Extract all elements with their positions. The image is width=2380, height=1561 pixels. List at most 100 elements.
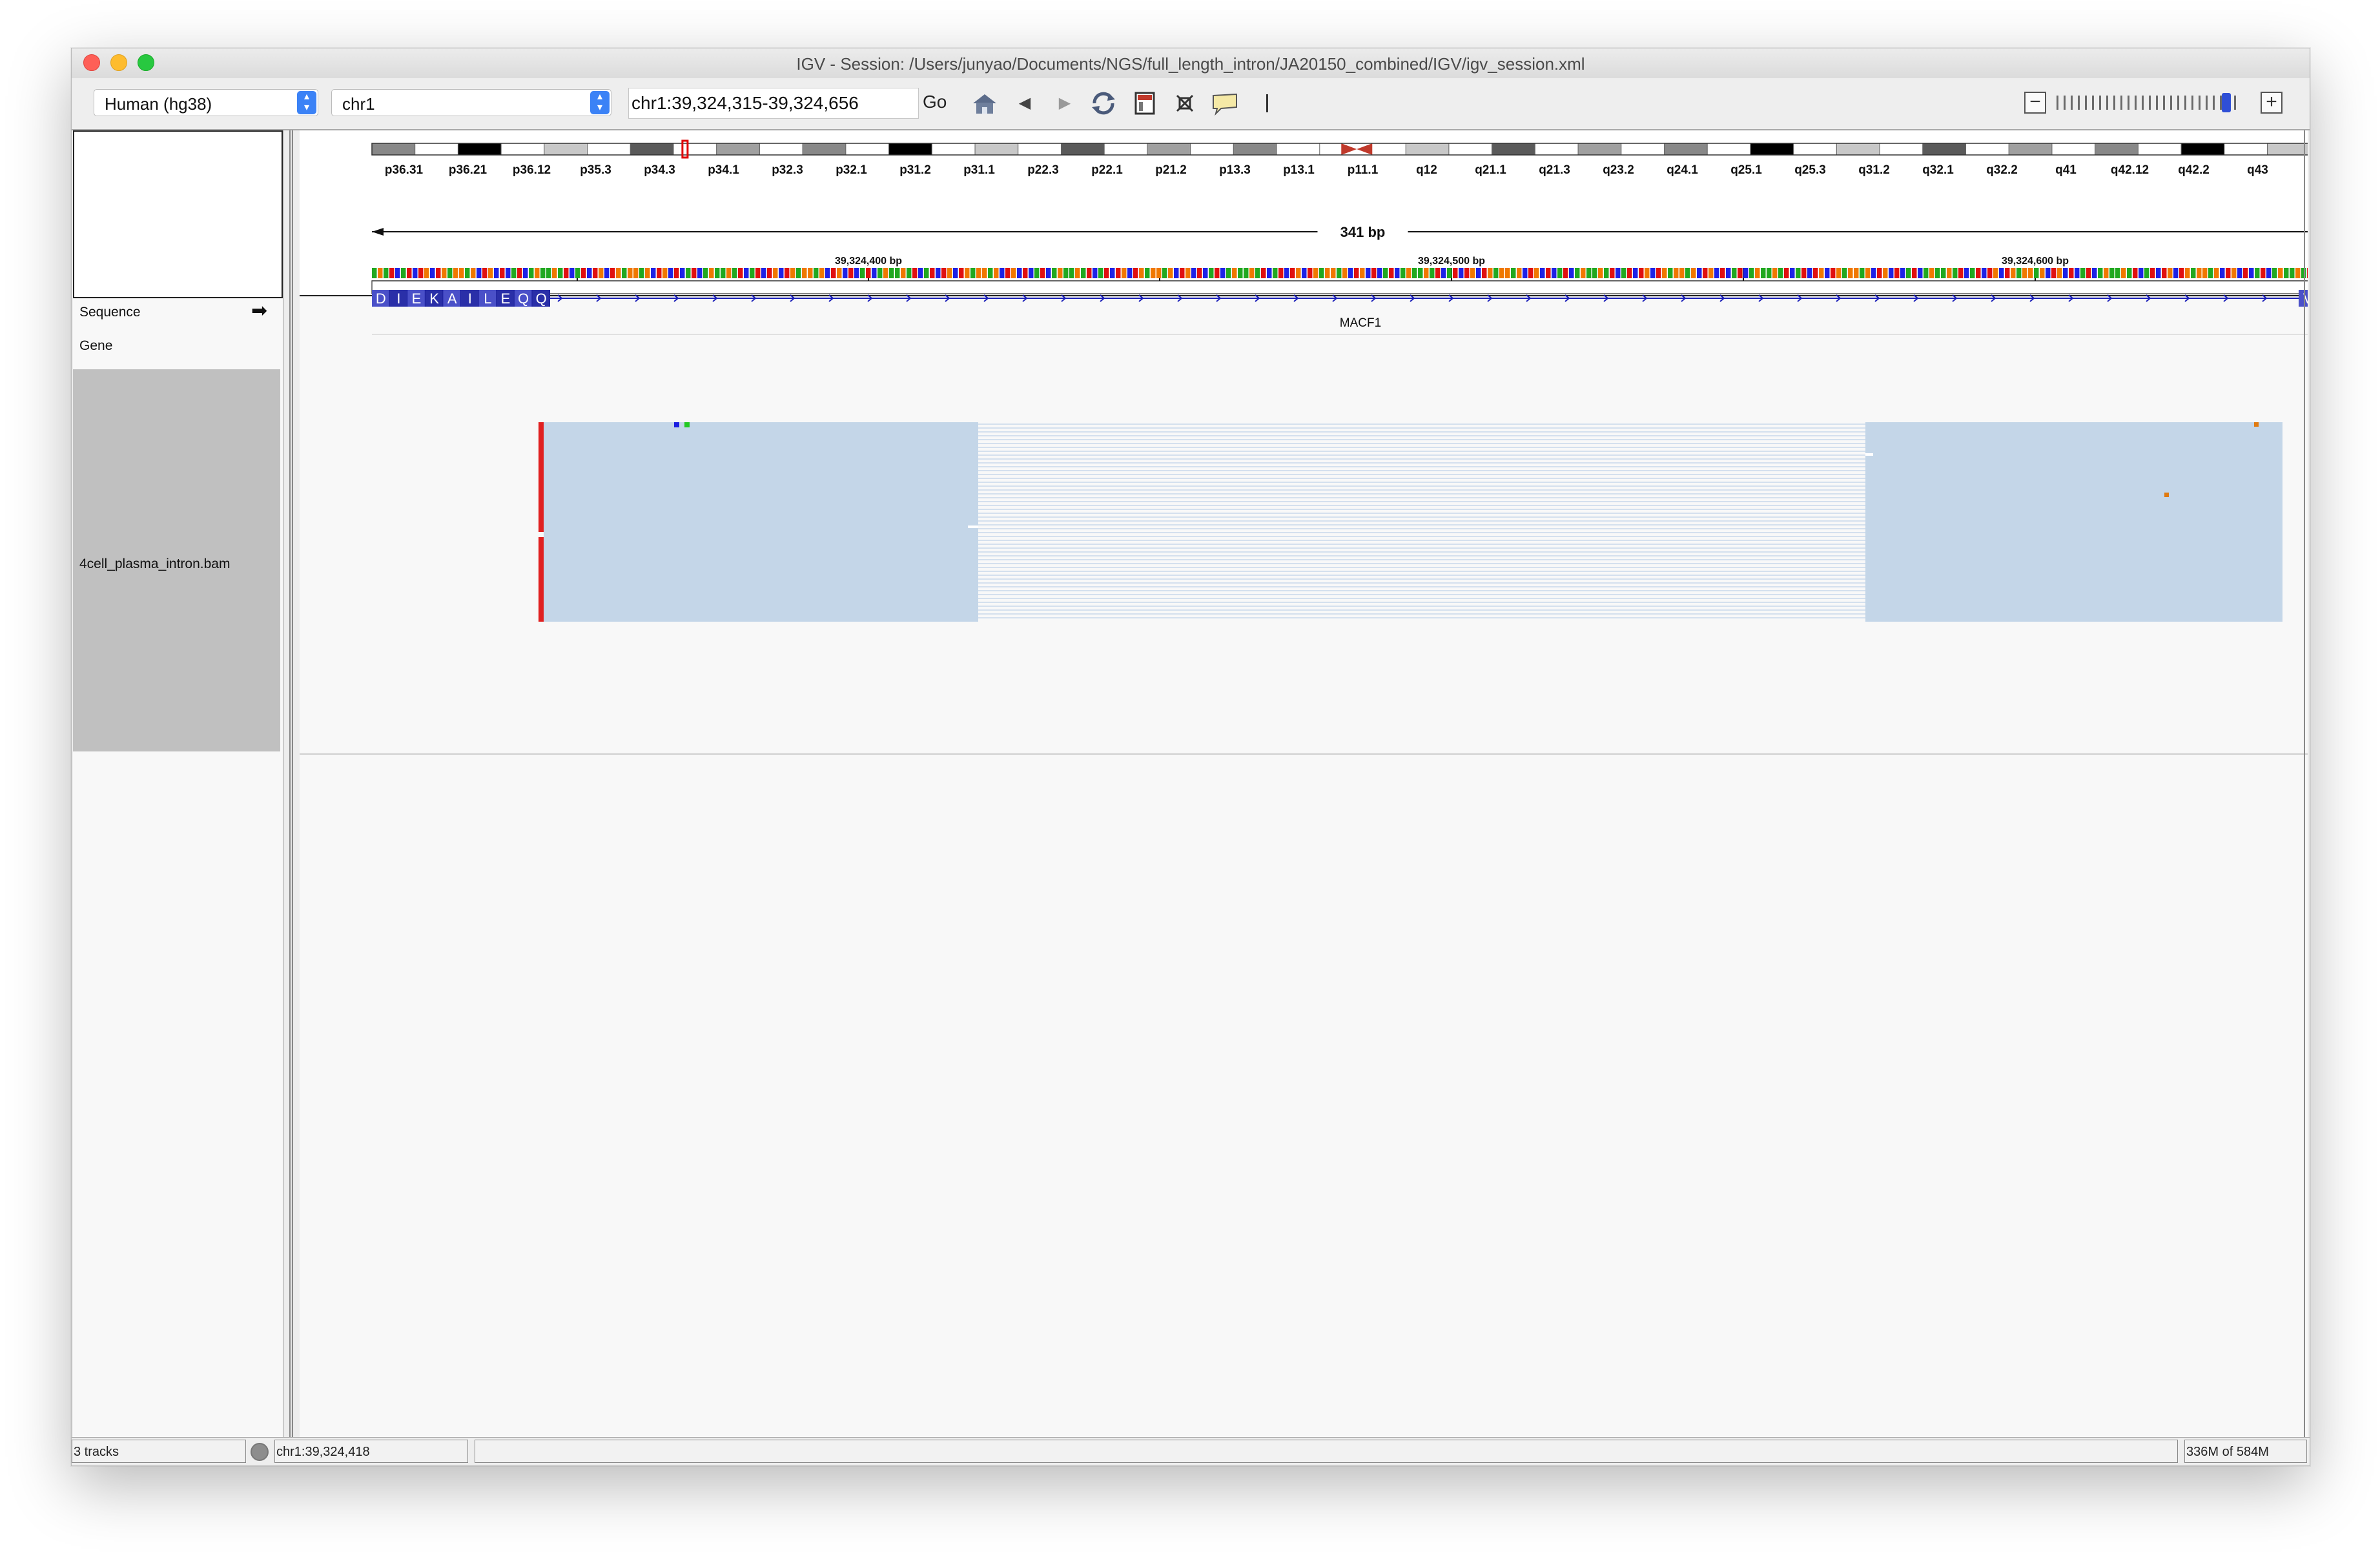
sequence-base [587, 268, 592, 278]
sequence-base [738, 268, 743, 278]
sequence-base [1284, 268, 1289, 278]
sequence-base [1459, 268, 1464, 278]
zoom-out-button[interactable]: − [2024, 92, 2046, 114]
sequence-base [384, 268, 389, 278]
sequence-base [819, 268, 825, 278]
ruler-line-icon[interactable] [1253, 90, 1282, 116]
sequence-base [1180, 268, 1185, 278]
zoom-in-button[interactable]: + [2261, 92, 2283, 114]
cytoband-label: p32.3 [772, 163, 803, 177]
sequence-track-name[interactable]: Sequence [79, 305, 141, 320]
zoom-tick [2184, 96, 2186, 110]
cytoband-label: p36.12 [513, 163, 551, 177]
sequence-base [1052, 268, 1057, 278]
cytoband-label: p22.1 [1091, 163, 1123, 177]
bam-track-name-box[interactable]: 4cell_plasma_intron.bam [73, 369, 280, 751]
popup-info-icon[interactable] [1211, 90, 1239, 116]
zoom-tick [2135, 96, 2137, 110]
home-icon[interactable] [970, 90, 999, 116]
sequence-base [1575, 268, 1580, 278]
sequence-base [1337, 268, 1342, 278]
data-panel[interactable]: p36.31 p36.21 p36.12 p35.3 p34.3 p34.1 p32.3 p3… [300, 130, 2308, 1437]
resize-fit-icon[interactable] [1171, 90, 1199, 116]
sequence-base [2080, 268, 2086, 278]
sequence-base [1650, 268, 1656, 278]
memory-indicator-icon [251, 1443, 269, 1461]
genome-dropdown[interactable]: Human (hg38) ▴ ▾ [94, 89, 318, 116]
sequence-base [1871, 268, 1876, 278]
sequence-base [1923, 268, 1929, 278]
forward-arrow-icon[interactable]: ▶ [1051, 90, 1079, 116]
mismatch-base [2164, 493, 2169, 497]
sequence-base [1104, 268, 1109, 278]
refresh-icon[interactable] [1089, 90, 1118, 116]
zoom-tick [2113, 96, 2115, 110]
cytoband-label: p36.31 [385, 163, 424, 177]
region-of-interest-icon[interactable] [1131, 90, 1159, 116]
zoom-tick [2156, 96, 2158, 110]
sequence-base [1464, 268, 1470, 278]
sequence-base [2168, 268, 2173, 278]
sequence-base [953, 268, 958, 278]
go-button[interactable]: Go [923, 92, 947, 112]
sequence-base [1342, 268, 1348, 278]
panel-divider[interactable] [289, 130, 293, 1437]
zoom-tick [2163, 96, 2165, 110]
zoom-slider-thumb[interactable] [2222, 93, 2231, 112]
sequence-base [558, 268, 563, 278]
sequence-base [2046, 268, 2051, 278]
zoom-tick [2149, 96, 2151, 110]
cytoband-band [1922, 143, 1967, 156]
sequence-base [564, 268, 569, 278]
sequence-base [1505, 268, 1510, 278]
sequence-base [1034, 268, 1040, 278]
strand-arrow-icon[interactable]: ➡ [251, 300, 267, 322]
gene-track-name[interactable]: Gene [79, 338, 112, 354]
sequence-base [2069, 268, 2074, 278]
title-bar: IGV - Session: /Users/junyao/Documents/N… [72, 48, 2310, 77]
sequence-base [796, 268, 801, 278]
sequence-base [552, 268, 557, 278]
amino-acid-label: Q [536, 291, 547, 307]
track-count: 3 tracks [72, 1440, 246, 1463]
cytoband-band [974, 143, 1019, 156]
sequence-base [1098, 268, 1103, 278]
sequence-base [1023, 268, 1028, 278]
sequence-base [482, 268, 487, 278]
sequence-base [1069, 268, 1074, 278]
mismatch-base [2254, 422, 2259, 427]
back-arrow-icon[interactable]: ◀ [1010, 90, 1039, 116]
sequence-base [2179, 268, 2184, 278]
sequence-base [1499, 268, 1504, 278]
sequence-base [1674, 268, 1679, 278]
cytoband-band [1707, 143, 1751, 156]
sequence-base [907, 268, 912, 278]
sequence-base [1261, 268, 1266, 278]
sequence-base [1122, 268, 1127, 278]
sequence-base [1360, 268, 1365, 278]
sequence-base [1000, 268, 1005, 278]
sequence-base [1645, 268, 1650, 278]
sequence-base [1778, 268, 1783, 278]
zoom-slider[interactable] [2054, 92, 2248, 114]
sequence-base [1860, 268, 1865, 278]
sequence-base [1633, 268, 1638, 278]
status-bar: 3 tracks chr1:39,324,418 336M of 584M [72, 1437, 2310, 1465]
sequence-base [1191, 268, 1196, 278]
chromosome-dropdown[interactable]: chr1 ▴ ▾ [331, 89, 611, 116]
sequence-base [1987, 268, 1993, 278]
sequence-base [1377, 268, 1382, 278]
sequence-base [1267, 268, 1272, 278]
sequence-base [657, 268, 662, 278]
sequence-base [569, 268, 575, 278]
sequence-base [1168, 268, 1173, 278]
locus-input[interactable] [628, 88, 919, 119]
sequence-base [1093, 268, 1098, 278]
sequence-base [1441, 268, 1446, 278]
amino-acid-label: E [501, 291, 511, 307]
memory-usage: 336M of 584M [2184, 1440, 2307, 1463]
cytoband-band [2008, 143, 2053, 156]
sequence-base [540, 268, 546, 278]
sequence-base [418, 268, 424, 278]
cytoband-band [1147, 143, 1191, 156]
